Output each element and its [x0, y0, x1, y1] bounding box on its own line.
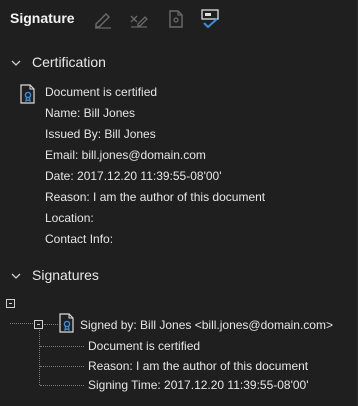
signature-detail-reason: Reason: I am the author of this document [88, 359, 309, 373]
chevron-down-icon [11, 60, 21, 66]
signature-detail-signing-time: Signing Time: 2017.12.20 11:39:55-08'00' [88, 378, 309, 392]
certification-contact-info: Contact Info: [45, 232, 114, 246]
certify-document-icon [201, 9, 219, 29]
certification-status: Document is certified [45, 85, 158, 99]
panel-title: Signature [10, 10, 75, 26]
certification-email: Email: bill.jones@domain.com [45, 148, 206, 162]
certification-heading: Certification [32, 54, 106, 70]
signature-node[interactable]: Signed by: Bill Jones <bill.jones@domain… [80, 318, 333, 332]
tree-connector [40, 366, 84, 367]
certification-issued-by: Issued By: Bill Jones [45, 127, 156, 141]
certification-name: Name: Bill Jones [45, 106, 136, 120]
signatures-collapse-toggle[interactable] [10, 270, 22, 282]
certify-document-button[interactable] [199, 7, 221, 29]
signature-node-collapse-toggle[interactable] [34, 320, 43, 329]
clear-signature-icon [130, 15, 148, 28]
certification-location: Location: [45, 211, 94, 225]
chevron-down-icon [11, 273, 21, 279]
tree-connector [40, 385, 84, 386]
certification-reason: Reason: I am the author of this document [45, 190, 266, 204]
certificate-icon [20, 84, 36, 104]
certification-collapse-toggle[interactable] [10, 57, 22, 69]
tree-connector [44, 324, 58, 325]
validate-signature-icon [169, 10, 183, 28]
validate-signature-button[interactable] [165, 8, 187, 30]
signature-certificate-icon [59, 313, 75, 333]
tree-connector [40, 346, 84, 347]
clear-signature-button[interactable] [128, 8, 150, 30]
sign-document-icon [95, 13, 111, 29]
signature-panel: Signature Certification Document is cert… [0, 0, 358, 406]
panel-header: Signature [0, 0, 358, 40]
signature-detail-status: Document is certified [88, 339, 201, 353]
tree-connector [10, 323, 35, 324]
tree-connector [39, 330, 40, 385]
certification-date: Date: 2017.12.20 11:39:55-08'00' [45, 169, 222, 183]
signatures-heading: Signatures [32, 267, 99, 283]
tree-root-collapse-toggle[interactable] [6, 299, 15, 308]
sign-document-button[interactable] [92, 8, 114, 30]
